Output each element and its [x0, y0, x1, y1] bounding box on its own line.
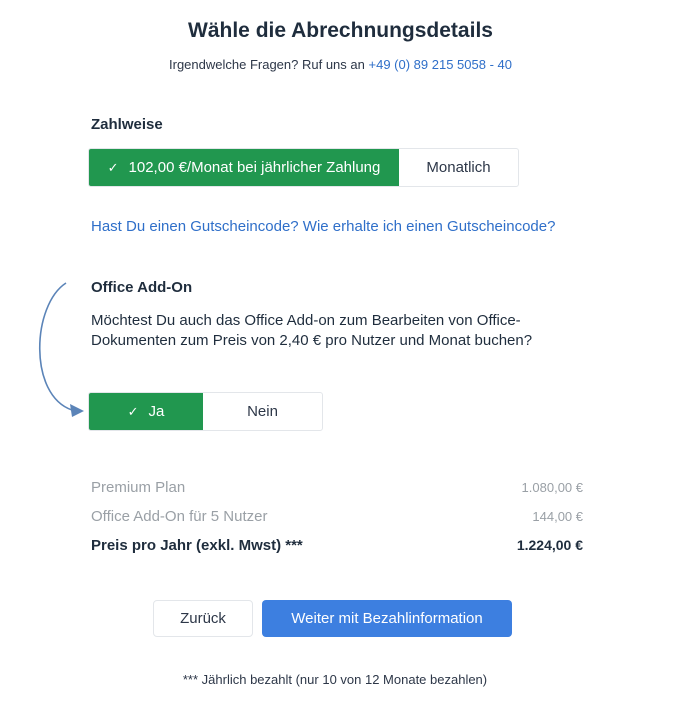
- voucher-link[interactable]: Hast Du einen Gutscheincode? Wie erhalte…: [91, 218, 555, 235]
- summary-row-value: 1.080,00 €: [521, 480, 583, 495]
- phone-link[interactable]: +49 (0) 89 215 5058 - 40: [369, 57, 512, 72]
- payment-option-monthly-label: Monatlich: [426, 159, 491, 176]
- addon-option-no[interactable]: Nein: [203, 393, 322, 430]
- continue-payment-button[interactable]: Weiter mit Bezahlinformation: [262, 600, 512, 637]
- summary-row: Office Add-On für 5 Nutzer 144,00 €: [91, 508, 583, 525]
- summary-row: Premium Plan 1.080,00 €: [91, 479, 583, 496]
- addon-section-label: Office Add-On: [91, 279, 193, 296]
- payment-option-monthly[interactable]: Monatlich: [399, 149, 518, 186]
- back-button[interactable]: Zurück: [153, 600, 253, 637]
- contact-prefix: Irgendwelche Fragen? Ruf uns an: [169, 57, 365, 72]
- payment-option-yearly[interactable]: ✓ 102,00 €/Monat bei jährlicher Zahlung: [89, 149, 399, 186]
- payment-toggle: ✓ 102,00 €/Monat bei jährlicher Zahlung …: [88, 148, 519, 187]
- contact-line: Irgendwelche Fragen? Ruf uns an +49 (0) …: [0, 57, 681, 72]
- summary-row-value: 144,00 €: [532, 509, 583, 524]
- footnote: *** Jährlich bezahlt (nur 10 von 12 Mona…: [182, 672, 488, 687]
- check-icon: ✓: [107, 159, 119, 175]
- payment-option-yearly-label: 102,00 €/Monat bei jährlicher Zahlung: [128, 159, 381, 176]
- summary-total-row: Preis pro Jahr (exkl. Mwst) *** 1.224,00…: [91, 537, 583, 554]
- payment-section-label: Zahlweise: [91, 116, 163, 133]
- page-title: Wähle die Abrechnungsdetails: [188, 19, 493, 42]
- addon-toggle: ✓ Ja Nein: [88, 392, 323, 431]
- summary-row-label: Office Add-On für 5 Nutzer: [91, 508, 268, 525]
- summary-total-label: Preis pro Jahr (exkl. Mwst) ***: [91, 537, 303, 554]
- summary-row-label: Premium Plan: [91, 479, 186, 496]
- addon-question: Möchtest Du auch das Office Add-on zum B…: [91, 312, 533, 349]
- check-icon: ✓: [127, 403, 139, 419]
- summary-total-value: 1.224,00 €: [516, 537, 583, 553]
- addon-option-yes-label: Ja: [148, 403, 165, 420]
- curved-arrow-icon: [38, 282, 84, 417]
- addon-option-no-label: Nein: [247, 403, 278, 420]
- addon-option-yes[interactable]: ✓ Ja: [89, 393, 203, 430]
